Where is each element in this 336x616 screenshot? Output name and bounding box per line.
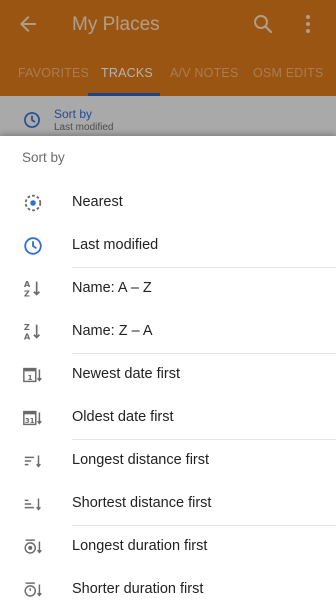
duration-asc-icon: [24, 582, 42, 597]
sort-option-oldest-date[interactable]: 31 Oldest date first: [0, 396, 336, 439]
svg-text:1: 1: [28, 373, 33, 382]
sort-a-z-icon: A Z: [24, 279, 41, 298]
option-label: Shorter duration first: [72, 581, 204, 597]
sort-option-last-modified[interactable]: Last modified: [0, 224, 336, 267]
sort-option-shorter-duration[interactable]: Shorter duration first: [0, 568, 336, 611]
calendar-1-icon: 1: [23, 367, 42, 383]
sort-z-a-icon: Z A: [24, 322, 41, 341]
calendar-31-icon: 31: [23, 410, 42, 426]
sort-option-longest-duration[interactable]: Longest duration first: [0, 525, 336, 568]
duration-desc-icon: [24, 539, 42, 554]
sort-bottom-sheet: Sort by Nearest Last modified A Z Name: …: [0, 136, 336, 616]
option-label: Oldest date first: [72, 409, 174, 425]
option-label: Name: A – Z: [72, 280, 152, 296]
distance-asc-icon: [24, 498, 41, 511]
svg-text:A: A: [24, 331, 31, 341]
distance-desc-icon: [24, 455, 41, 468]
sort-option-name-a-z[interactable]: A Z Name: A – Z: [0, 267, 336, 310]
option-label: Last modified: [72, 237, 159, 253]
svg-text:31: 31: [25, 417, 35, 425]
scrim-overlay[interactable]: [0, 0, 336, 136]
option-label: Shortest distance first: [72, 495, 212, 511]
sort-option-longest-distance[interactable]: Longest distance first: [0, 439, 336, 482]
sort-option-newest-date[interactable]: 1 Newest date first: [0, 353, 336, 396]
sort-option-nearest[interactable]: Nearest: [0, 181, 336, 224]
sort-option-name-z-a[interactable]: Z A Name: Z – A: [0, 310, 336, 353]
sort-option-shortest-distance[interactable]: Shortest distance first: [0, 482, 336, 525]
option-label: Nearest: [72, 194, 123, 210]
clock-icon: [24, 237, 42, 255]
nearest-icon: [24, 194, 42, 212]
option-label: Name: Z – A: [72, 323, 153, 339]
option-label: Newest date first: [72, 366, 180, 382]
sheet-title: Sort by: [22, 150, 65, 165]
option-label: Longest duration first: [72, 538, 208, 554]
svg-text:Z: Z: [24, 288, 30, 298]
option-label: Longest distance first: [72, 452, 210, 468]
